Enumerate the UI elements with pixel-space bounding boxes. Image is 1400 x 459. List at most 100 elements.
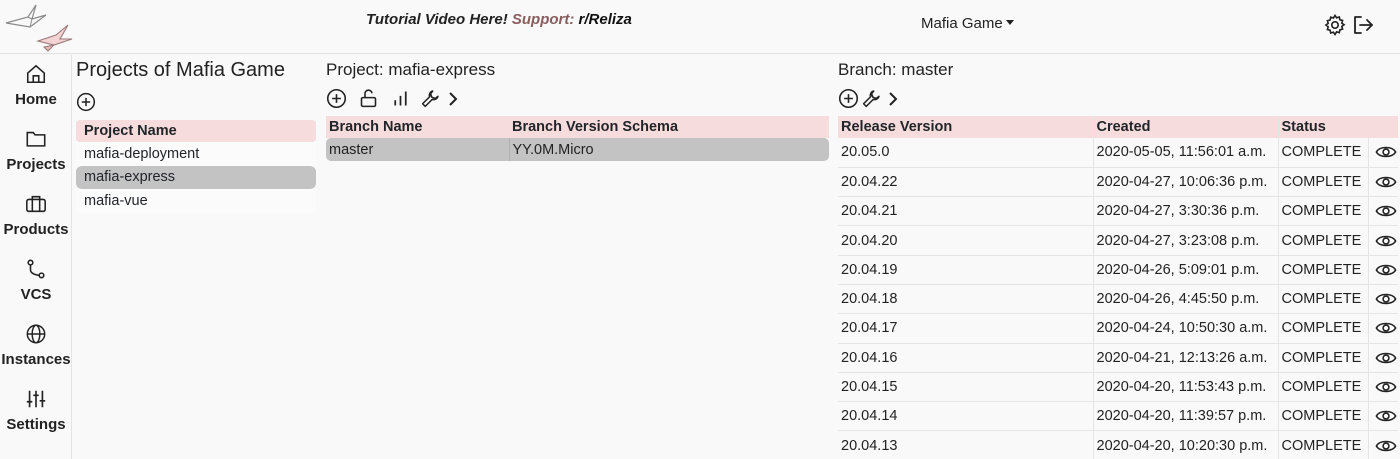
table-row[interactable]: 20.04.16 2020-04-21, 12:13:26 a.m. COMPLET…: [838, 343, 1398, 373]
eye-icon[interactable]: [1375, 203, 1397, 219]
organization-label: Mafia Game: [921, 15, 1003, 32]
sidebar-item-label: VCS: [20, 286, 52, 303]
view-cell: [1367, 284, 1398, 315]
home-icon: [26, 64, 46, 84]
release-version-cell[interactable]: 20.04.15: [838, 372, 1093, 403]
table-row[interactable]: 20.04.15 2020-04-20, 11:53:43 p.m. COMPLET…: [838, 372, 1398, 403]
table-row-selected[interactable]: mafia-express: [76, 165, 316, 189]
git-branch-icon: [27, 259, 45, 279]
view-cell: [1367, 196, 1398, 227]
created-cell: 2020-04-20, 11:39:57 p.m.: [1092, 401, 1278, 432]
status-cell: COMPLETE: [1277, 313, 1369, 344]
add-branch-icon[interactable]: [326, 88, 347, 109]
tutorial-link[interactable]: Tutorial Video Here!: [366, 11, 508, 28]
globe-icon: [26, 324, 46, 344]
table-row[interactable]: 20.04.18 2020-04-26, 4:45:50 p.m. COMPLETE: [838, 284, 1398, 315]
view-cell: [1367, 372, 1398, 403]
view-cell: [1367, 225, 1398, 256]
sidebar: Home Projects Products VCS Instances Set…: [0, 55, 72, 459]
wrench-icon[interactable]: [861, 88, 882, 109]
sidebar-item-instances[interactable]: Instances: [0, 323, 72, 368]
table-row[interactable]: 20.04.13 2020-04-20, 10:20:30 p.m. COMPLET…: [838, 430, 1398, 459]
releases-table: Release Version Created Status 20.05.0 20…: [838, 116, 1398, 459]
logo-icon[interactable]: [2, 1, 74, 53]
projects-panel-title: Projects of Mafia Game: [76, 59, 285, 81]
sidebar-item-vcs[interactable]: VCS: [0, 258, 72, 303]
view-cell: [1367, 255, 1398, 285]
project-name-cell[interactable]: mafia-express: [76, 165, 316, 189]
briefcase-icon: [26, 195, 46, 213]
eye-icon[interactable]: [1375, 320, 1397, 336]
table-row[interactable]: 20.04.19 2020-04-26, 5:09:01 p.m. COMPLETE: [838, 255, 1398, 285]
view-cell: [1367, 343, 1398, 373]
gear-icon[interactable]: [1323, 13, 1347, 37]
table-row[interactable]: 20.04.14 2020-04-20, 11:39:57 p.m. COMPLET…: [838, 401, 1398, 432]
eye-icon[interactable]: [1375, 408, 1397, 424]
sidebar-item-home[interactable]: Home: [0, 63, 72, 108]
view-cell: [1367, 430, 1398, 459]
eye-icon[interactable]: [1375, 174, 1397, 190]
release-version-cell[interactable]: 20.04.21: [838, 196, 1093, 227]
table-row-selected[interactable]: master YY.0M.Micro: [326, 138, 829, 161]
organization-dropdown[interactable]: Mafia Game: [921, 15, 1014, 32]
sidebar-item-label: Settings: [6, 416, 66, 433]
logout-icon[interactable]: [1351, 13, 1375, 37]
view-cell: [1367, 138, 1398, 168]
column-header-version-schema[interactable]: Branch Version Schema: [509, 116, 829, 138]
unlock-icon[interactable]: [358, 88, 379, 109]
sidebar-item-label: Instances: [1, 351, 71, 368]
table-row[interactable]: 20.04.21 2020-04-27, 3:30:36 p.m. COMPLETE: [838, 196, 1398, 227]
chevron-right-icon[interactable]: [445, 90, 461, 108]
add-release-icon[interactable]: [838, 88, 859, 109]
branch-name-cell[interactable]: master: [326, 138, 509, 161]
table-row[interactable]: 20.05.0 2020-05-05, 11:56:01 a.m. COMPLETE: [838, 138, 1398, 168]
wrench-icon[interactable]: [420, 88, 441, 109]
eye-icon[interactable]: [1375, 291, 1397, 307]
status-cell: COMPLETE: [1277, 167, 1369, 198]
release-version-cell[interactable]: 20.04.16: [838, 343, 1093, 373]
eye-icon[interactable]: [1375, 379, 1397, 395]
project-name-cell[interactable]: mafia-vue: [76, 189, 316, 213]
sidebar-item-settings[interactable]: Settings: [0, 388, 72, 433]
release-version-cell[interactable]: 20.04.14: [838, 401, 1093, 432]
release-version-cell[interactable]: 20.04.18: [838, 284, 1093, 315]
eye-icon[interactable]: [1375, 438, 1397, 454]
release-version-cell[interactable]: 20.04.20: [838, 225, 1093, 256]
table-row[interactable]: mafia-deployment: [76, 142, 316, 166]
column-header-project-name[interactable]: Project Name: [76, 120, 316, 142]
eye-icon[interactable]: [1375, 233, 1397, 249]
view-cell: [1367, 313, 1398, 344]
version-schema-cell[interactable]: YY.0M.Micro: [508, 138, 829, 161]
created-cell: 2020-04-26, 4:45:50 p.m.: [1092, 284, 1278, 315]
table-row[interactable]: 20.04.17 2020-04-24, 10:50:30 a.m. COMPLET…: [838, 313, 1398, 344]
subreddit-link[interactable]: r/Reliza: [579, 11, 632, 28]
table-row[interactable]: mafia-vue: [76, 189, 316, 213]
created-cell: 2020-04-24, 10:50:30 a.m.: [1092, 313, 1278, 344]
add-project-icon[interactable]: [76, 92, 96, 112]
column-header-release-version[interactable]: Release Version: [838, 116, 1093, 138]
column-header-created[interactable]: Created: [1092, 116, 1278, 138]
eye-icon[interactable]: [1375, 262, 1397, 278]
release-version-cell[interactable]: 20.05.0: [838, 138, 1093, 168]
sidebar-item-products[interactable]: Products: [0, 193, 72, 238]
sidebar-item-label: Home: [15, 91, 57, 108]
bar-chart-icon[interactable]: [390, 88, 411, 109]
branch-panel-title: Branch: master: [838, 60, 954, 79]
release-version-cell[interactable]: 20.04.13: [838, 430, 1093, 459]
column-header-status[interactable]: Status: [1277, 116, 1398, 138]
column-header-branch-name[interactable]: Branch Name: [326, 116, 509, 138]
chevron-right-icon[interactable]: [885, 90, 901, 108]
project-name-cell[interactable]: mafia-deployment: [76, 142, 316, 166]
table-row[interactable]: 20.04.22 2020-04-27, 10:06:36 p.m. COMPLET…: [838, 167, 1398, 198]
sidebar-item-projects[interactable]: Projects: [0, 128, 72, 173]
release-version-cell[interactable]: 20.04.17: [838, 313, 1093, 344]
eye-icon[interactable]: [1375, 144, 1397, 160]
release-version-cell[interactable]: 20.04.19: [838, 255, 1093, 285]
status-cell: COMPLETE: [1277, 401, 1369, 432]
release-version-cell[interactable]: 20.04.22: [838, 167, 1093, 198]
folder-icon: [26, 131, 46, 147]
projects-table: Project Name mafia-deployment mafia-expr…: [76, 120, 316, 213]
top-bar: Tutorial Video Here! Support: r/Reliza M…: [0, 0, 1400, 54]
eye-icon[interactable]: [1375, 350, 1397, 366]
table-row[interactable]: 20.04.20 2020-04-27, 3:23:08 p.m. COMPLETE: [838, 225, 1398, 256]
